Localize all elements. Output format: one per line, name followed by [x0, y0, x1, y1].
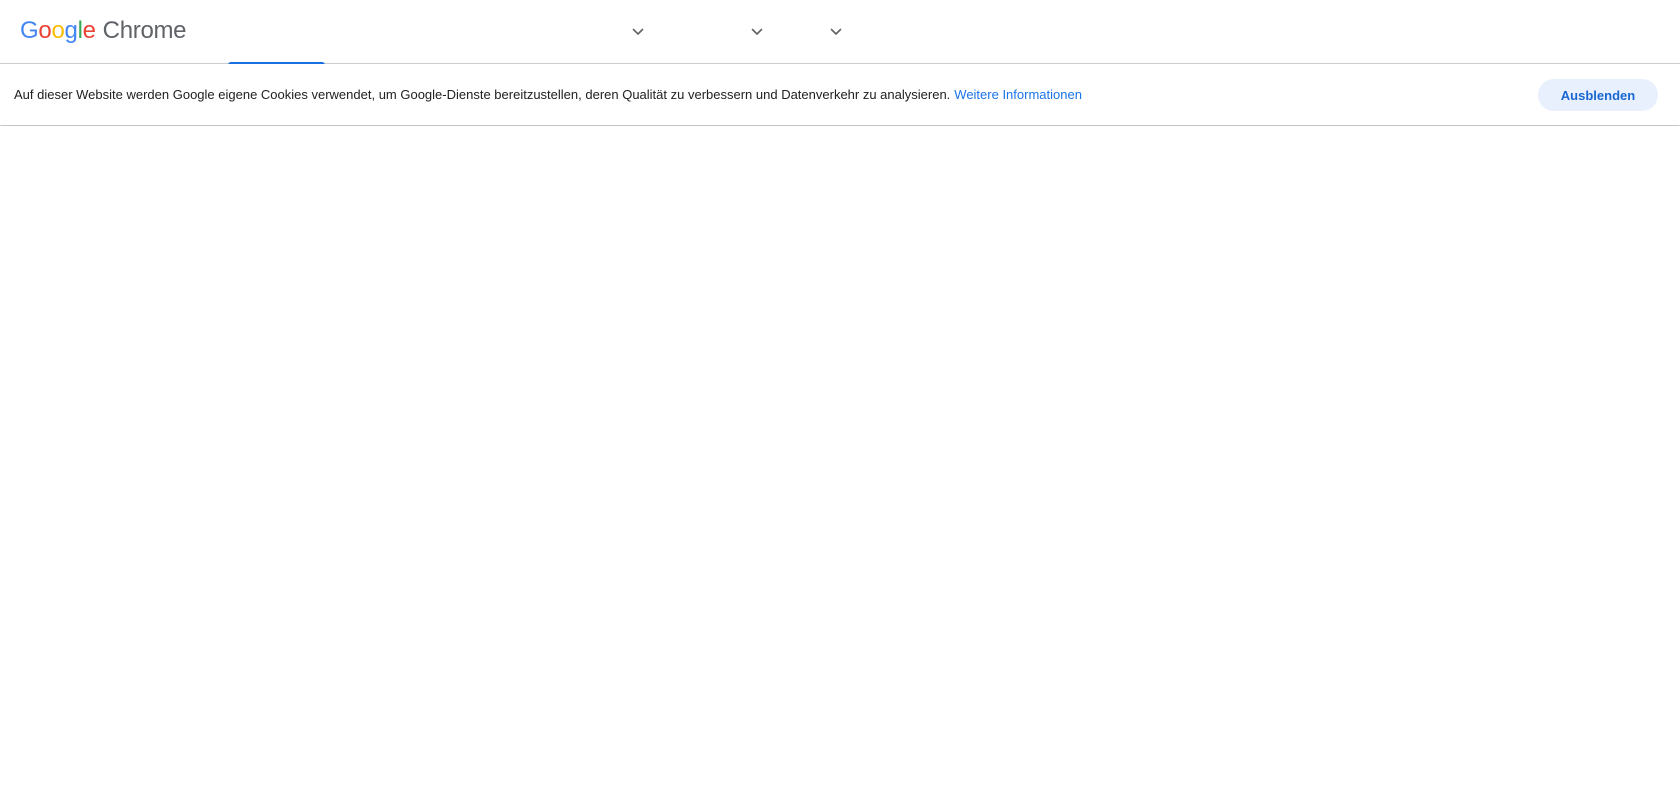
cookie-notice: Auf dieser Website werden Google eigene …: [14, 64, 1082, 125]
nav-dropdown-3[interactable]: [824, 20, 848, 44]
logo-letter: o: [51, 17, 65, 44]
cookie-banner: Auf dieser Website werden Google eigene …: [0, 64, 1680, 125]
chevron-down-icon: [830, 28, 842, 35]
main-content: [0, 126, 1680, 791]
site-header: Google Chrome: [0, 0, 1680, 65]
cookie-notice-text: Auf dieser Website werden Google eigene …: [14, 87, 951, 102]
chevron-down-icon: [632, 28, 644, 35]
google-wordmark: Google: [20, 14, 96, 48]
logo-letter: g: [64, 17, 78, 44]
nav-tab-active[interactable]: [228, 0, 325, 65]
logo-letter: G: [20, 17, 39, 44]
product-name: Chrome: [102, 17, 187, 44]
dismiss-cookie-button[interactable]: Ausblenden: [1538, 79, 1658, 111]
logo-letter: o: [38, 17, 52, 44]
nav-dropdown-2[interactable]: [745, 20, 769, 44]
learn-more-link[interactable]: Weitere Informationen: [954, 87, 1082, 102]
logo-letter: e: [82, 17, 96, 44]
chevron-down-icon: [751, 28, 763, 35]
nav-dropdown-1[interactable]: [626, 20, 650, 44]
google-chrome-logo[interactable]: Google Chrome: [20, 14, 187, 48]
